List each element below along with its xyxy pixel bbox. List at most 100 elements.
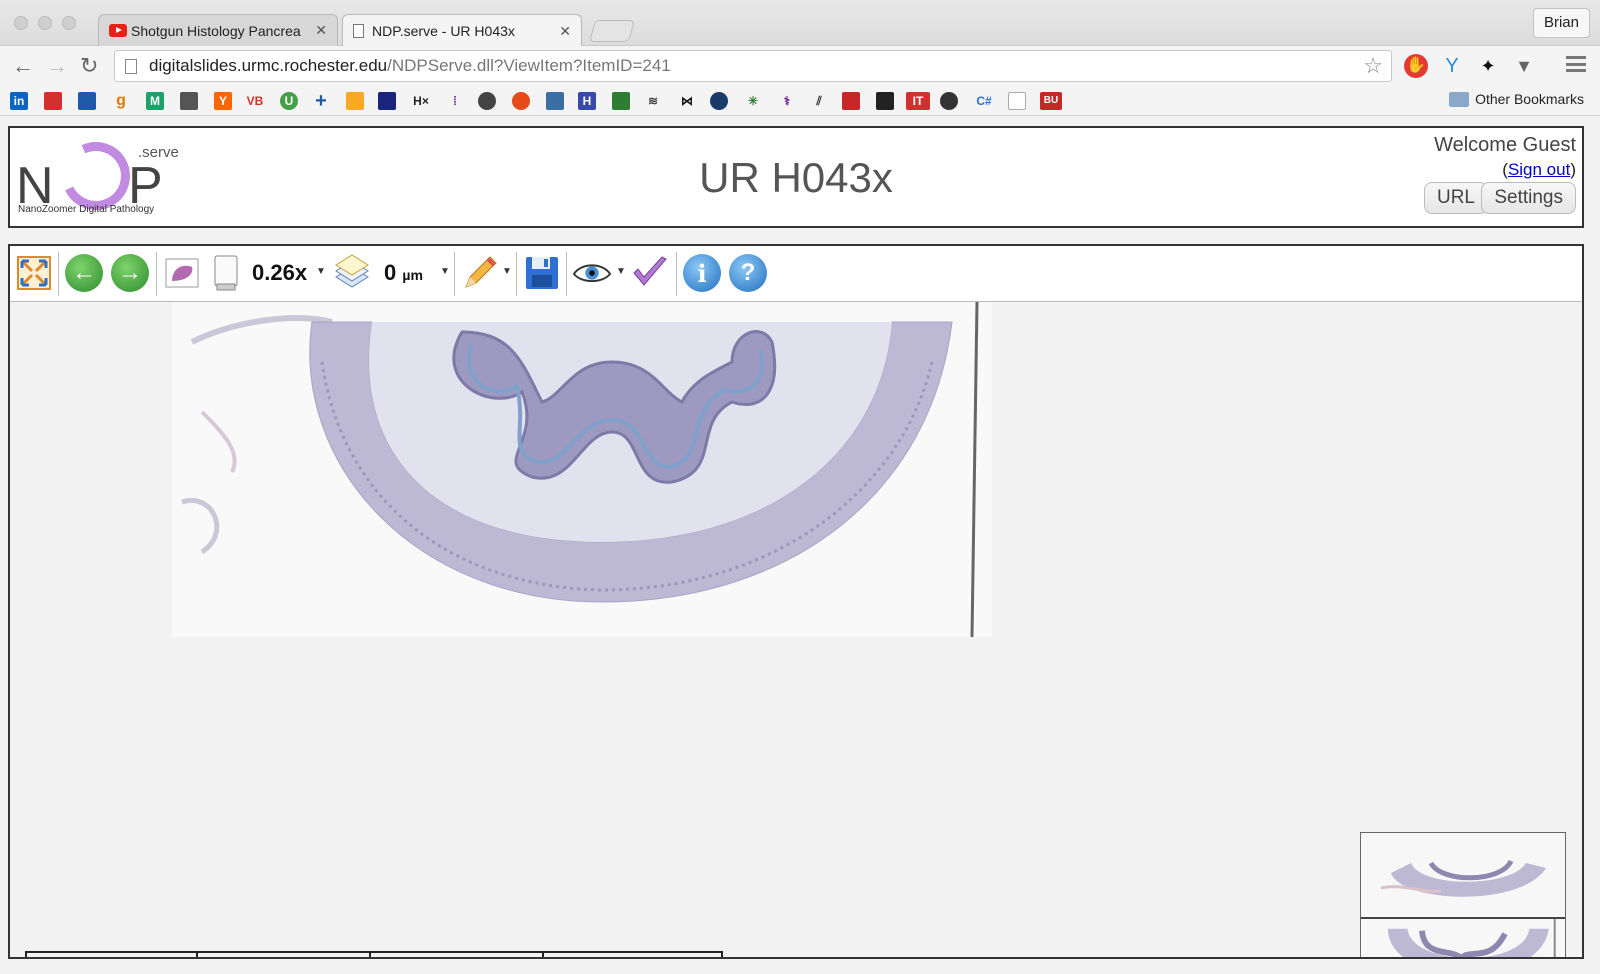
dark-bookmark-icon[interactable] [876, 92, 894, 110]
goodreads-bookmark-icon[interactable]: g [112, 92, 130, 110]
help-button[interactable]: ? [728, 253, 768, 293]
stripes-bookmark-icon[interactable]: ≋ [644, 92, 662, 110]
adblock-extension-icon[interactable]: ✋ [1404, 54, 1428, 78]
tab-title: NDP.serve - UR H043x [372, 23, 515, 39]
chrome-menu-icon[interactable] [1566, 56, 1586, 72]
ycombinator-bookmark-icon[interactable]: Y [214, 92, 232, 110]
arrow-left-icon: ← [65, 254, 103, 292]
zoom-dropdown-icon[interactable]: ▼ [316, 266, 326, 277]
ndp-header: .serve N P NanoZoomer Digital Pathology … [8, 126, 1584, 228]
pinwheel-bookmark-icon[interactable] [346, 92, 364, 110]
info-button[interactable]: i [682, 253, 722, 293]
settings-button[interactable]: Settings [1481, 182, 1576, 214]
zoom-level[interactable]: 0.26x [252, 260, 307, 286]
focus-layers-button[interactable] [332, 253, 372, 293]
network-bookmark-icon[interactable]: ✳ [744, 92, 762, 110]
view-options-button[interactable] [572, 253, 612, 293]
info-icon: i [683, 254, 721, 292]
u-bookmark-icon[interactable]: U [280, 92, 298, 110]
h-bookmark-icon[interactable]: H [578, 92, 596, 110]
slide-label-button[interactable] [206, 253, 246, 293]
bowtie-bookmark-icon[interactable]: ⋈ [678, 92, 696, 110]
ghostery-extension-icon[interactable]: Y [1440, 54, 1464, 78]
url-host: digitalslides.urmc.rochester.edu [149, 56, 388, 75]
url-path: /NDPServe.dll?ViewItem?ItemID=241 [387, 56, 671, 75]
blank-bookmark-icon[interactable] [1008, 92, 1026, 110]
plus-bookmark-icon[interactable]: + [312, 91, 330, 111]
focus-dropdown-icon[interactable]: ▼ [440, 266, 450, 277]
puzzle-extension-icon[interactable]: ✦ [1476, 54, 1500, 78]
slide-canvas[interactable]: 0 5 10 15 20 mm [10, 302, 1582, 959]
forward-icon[interactable]: → [46, 55, 68, 77]
sign-out-link[interactable]: Sign out [1508, 160, 1570, 179]
arrow-right-icon: → [111, 254, 149, 292]
navigator-thumbnail-overview[interactable] [1361, 833, 1565, 915]
bars-bookmark-icon[interactable] [842, 92, 860, 110]
browser-tab-ndp[interactable]: NDP.serve - UR H043x ✕ [342, 14, 582, 47]
close-tab-icon[interactable]: ✕ [315, 22, 327, 39]
confirm-check-button[interactable] [630, 253, 670, 293]
m-bookmark-icon[interactable]: M [146, 92, 164, 110]
bookmark-star-icon[interactable]: ☆ [1363, 51, 1383, 81]
globe-bookmark-icon[interactable] [940, 92, 958, 110]
apppress-bookmark-icon[interactable] [478, 92, 496, 110]
page-icon [125, 59, 137, 74]
pocket-extension-icon[interactable]: ▼ [1512, 54, 1536, 78]
focus-value: 0 µm [384, 260, 423, 286]
fit-to-screen-icon[interactable] [14, 253, 54, 293]
navigator-thumbnail-detail[interactable] [1361, 917, 1565, 959]
url-button[interactable]: URL [1423, 182, 1488, 214]
annotate-pencil-button[interactable] [460, 253, 500, 293]
vb-bookmark-icon[interactable]: VB [242, 92, 268, 110]
clover-bookmark-icon[interactable] [710, 92, 728, 110]
annotate-dropdown-icon[interactable]: ▼ [502, 266, 512, 277]
previous-slide-button[interactable]: ← [64, 253, 104, 293]
new-tab-button[interactable] [589, 20, 635, 42]
bank-bookmark-icon[interactable] [78, 92, 96, 110]
save-button[interactable] [522, 253, 562, 293]
slide-overview-button[interactable] [162, 253, 202, 293]
chart-bookmark-icon[interactable] [612, 92, 630, 110]
dots-bookmark-icon[interactable]: ⁞ [446, 92, 464, 110]
bu-bookmark-icon[interactable]: BU [1040, 92, 1062, 110]
tissue-image [172, 302, 992, 637]
toolbar-separator [156, 252, 157, 296]
next-slide-button[interactable]: → [110, 253, 150, 293]
scale-bar: 0 5 10 15 20 mm [24, 948, 804, 957]
back-icon[interactable]: ← [12, 55, 34, 77]
linkedin-bookmark-icon[interactable]: in [10, 92, 28, 110]
it-bookmark-icon[interactable]: IT [906, 92, 930, 110]
signout-wrap: (Sign out) [1502, 160, 1576, 180]
browser-tab-youtube[interactable]: Shotgun Histology Pancrea ✕ [98, 14, 338, 46]
window-zoom-button[interactable] [62, 16, 76, 30]
close-tab-icon[interactable]: ✕ [559, 23, 571, 40]
hx-bookmark-icon[interactable]: H× [408, 92, 434, 110]
stack-bookmark-icon[interactable] [44, 92, 62, 110]
feather-bookmark-icon[interactable]: ⚕ [778, 92, 796, 110]
other-bookmarks[interactable]: Other Bookmarks [1449, 91, 1584, 107]
profile-button[interactable]: Brian [1532, 8, 1590, 38]
navigator-panel[interactable] [1360, 832, 1566, 959]
focus-unit: µm [402, 267, 423, 283]
news-bookmark-icon[interactable] [180, 92, 198, 110]
document-icon [353, 24, 364, 38]
toolbar-separator [516, 252, 517, 296]
reload-icon[interactable]: ↻ [80, 55, 98, 77]
lines-bookmark-icon[interactable]: ⫽ [810, 92, 828, 110]
other-bookmarks-label: Other Bookmarks [1475, 91, 1584, 107]
csharp-bookmark-icon[interactable]: C# [972, 92, 996, 110]
tomato-bookmark-icon[interactable] [512, 92, 530, 110]
youtube-icon [109, 24, 127, 37]
window-close-button[interactable] [14, 16, 28, 30]
database-bookmark-icon[interactable] [546, 92, 564, 110]
grid-bookmark-icon[interactable] [378, 92, 396, 110]
welcome-text: Welcome Guest [1434, 134, 1576, 156]
toolbar-separator [58, 252, 59, 296]
folder-icon [1449, 91, 1470, 107]
scale-bar-line [25, 951, 723, 957]
toolbar-separator [676, 252, 677, 296]
window-minimize-button[interactable] [38, 16, 52, 30]
address-bar[interactable]: digitalslides.urmc.rochester.edu/NDPServ… [114, 50, 1392, 82]
view-dropdown-icon[interactable]: ▼ [616, 266, 626, 277]
tab-title: Shotgun Histology Pancrea [131, 22, 301, 39]
